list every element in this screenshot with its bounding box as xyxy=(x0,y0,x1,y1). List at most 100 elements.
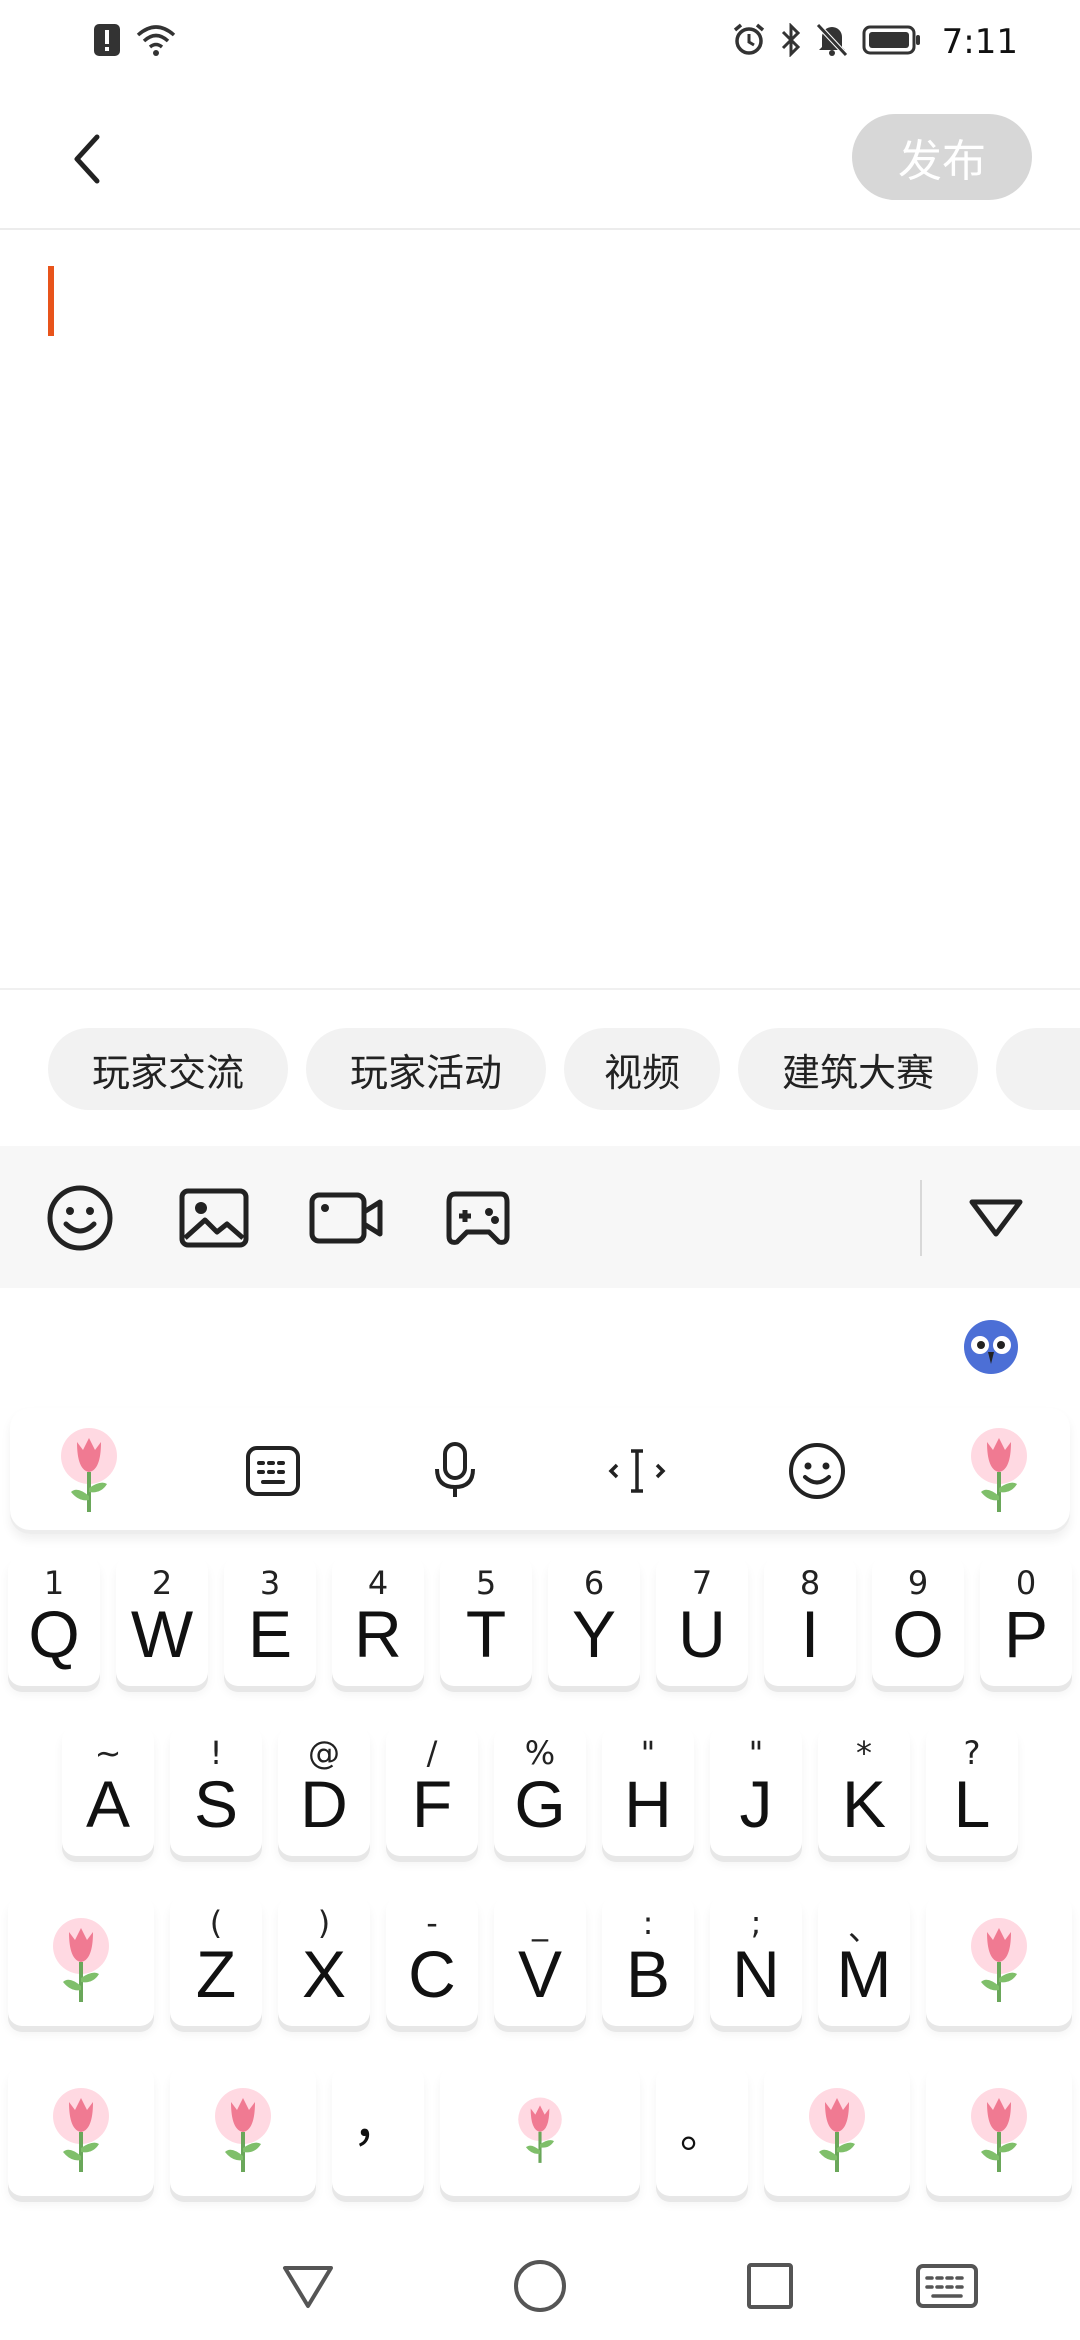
key-f[interactable]: / F xyxy=(386,1726,478,1856)
tag-chip[interactable]: 建筑大赛 xyxy=(738,1028,978,1110)
key-j[interactable]: " J xyxy=(710,1726,802,1856)
key-char: P xyxy=(1003,1597,1049,1671)
key-k[interactable]: * K xyxy=(818,1726,910,1856)
key-char: T xyxy=(465,1597,507,1671)
decor-flower-key[interactable] xyxy=(170,2066,316,2196)
key-l[interactable]: ? L xyxy=(926,1726,1018,1856)
keyboard-emoji-button[interactable] xyxy=(782,1436,852,1506)
decor-flower-key[interactable] xyxy=(8,1896,154,2026)
nav-back-triangle-icon xyxy=(283,2266,333,2308)
key-t[interactable]: 5T xyxy=(440,1556,532,1686)
keyboard-function-row xyxy=(10,1408,1070,1534)
key-x[interactable]: ) X xyxy=(278,1896,370,2026)
back-button[interactable] xyxy=(52,124,122,194)
keyboard-switch-button[interactable] xyxy=(238,1436,308,1506)
collapse-keyboard-button[interactable] xyxy=(958,1180,1034,1256)
key-char: I xyxy=(800,1597,820,1671)
app-header: 发布 xyxy=(0,84,1080,230)
cursor-move-button[interactable] xyxy=(602,1436,672,1506)
key-comma[interactable]: ， xyxy=(332,2066,424,2196)
clock: 7:11 xyxy=(941,22,1018,62)
decor-flower-key[interactable] xyxy=(44,1426,134,1516)
key-e[interactable]: 3E xyxy=(224,1556,316,1686)
tag-chip-partial[interactable] xyxy=(996,1028,1080,1110)
screen: 7:11 发布 玩家交流 玩家活动 视频 建筑大赛 1 Q 2 W 3 E 4 … xyxy=(0,0,1080,2340)
key-u[interactable]: 7U xyxy=(656,1556,748,1686)
tulip-icon xyxy=(809,2088,865,2172)
space-key[interactable] xyxy=(440,2066,640,2196)
emoji-button[interactable] xyxy=(42,1180,118,1256)
emoji-icon xyxy=(47,1185,113,1251)
key-n[interactable]: ; N xyxy=(710,1896,802,2026)
text-cursor-icon xyxy=(608,1449,666,1493)
decor-flower-key[interactable] xyxy=(926,1896,1072,2026)
key-char: M xyxy=(836,1937,892,2011)
key-g[interactable]: % G xyxy=(494,1726,586,1856)
status-left xyxy=(92,22,176,62)
tag-chip[interactable]: 玩家活动 xyxy=(306,1028,546,1110)
key-q[interactable]: 1Q xyxy=(8,1556,100,1686)
key-char: L xyxy=(953,1767,991,1841)
key-w[interactable]: 2W xyxy=(116,1556,208,1686)
key-i[interactable]: 8I xyxy=(764,1556,856,1686)
nav-recents-button[interactable] xyxy=(740,2256,800,2316)
smiley-icon xyxy=(789,1443,845,1499)
key-char: O xyxy=(892,1597,944,1671)
microphone-icon xyxy=(435,1442,475,1497)
alarm-icon xyxy=(732,23,766,61)
editor-toolbar xyxy=(0,1146,1080,1288)
key-m[interactable]: 、 M xyxy=(818,1896,910,2026)
key-h[interactable]: " H xyxy=(602,1726,694,1856)
image-icon xyxy=(179,1188,249,1248)
key-b[interactable]: :B xyxy=(602,1896,694,2026)
key-z[interactable]: (Z xyxy=(170,1896,262,2026)
key-d[interactable]: @ D xyxy=(278,1726,370,1856)
key-char: G xyxy=(514,1767,566,1841)
system-nav-bar xyxy=(0,2228,1080,2340)
topic-tags-row: 玩家交流 玩家活动 视频 建筑大赛 xyxy=(0,988,1080,1146)
nav-back-button[interactable] xyxy=(278,2256,338,2316)
nav-recents-square-icon xyxy=(747,2263,793,2309)
keyboard-mascot-icon[interactable] xyxy=(962,1318,1020,1376)
key-char: W xyxy=(130,1597,194,1671)
key-period[interactable]: 。 xyxy=(656,2066,748,2196)
tulip-icon xyxy=(53,2088,109,2172)
tulip-icon xyxy=(971,1918,1027,2002)
image-button[interactable] xyxy=(176,1180,252,1256)
key-s[interactable]: ! S xyxy=(170,1726,262,1856)
gamepad-icon xyxy=(446,1191,510,1245)
key-char: R xyxy=(354,1597,402,1671)
key-v[interactable]: _ V xyxy=(494,1896,586,2026)
key-y[interactable]: 6Y xyxy=(548,1556,640,1686)
status-bar: 7:11 xyxy=(0,0,1080,84)
key-char: V xyxy=(517,1937,563,2011)
key-char: N xyxy=(732,1937,780,2011)
tag-chip[interactable]: 玩家交流 xyxy=(48,1028,288,1110)
key-char: F xyxy=(411,1767,453,1841)
publish-button[interactable]: 发布 xyxy=(852,114,1032,200)
decor-flower-key[interactable] xyxy=(954,1426,1044,1516)
key-a[interactable]: ~ A xyxy=(62,1726,154,1856)
nav-keyboard-button[interactable] xyxy=(914,2256,980,2316)
key-char: H xyxy=(624,1767,672,1841)
tulip-icon xyxy=(971,1428,1027,1512)
key-p[interactable]: 0P xyxy=(980,1556,1072,1686)
key-c[interactable]: -C xyxy=(386,1896,478,2026)
post-content-editor[interactable] xyxy=(0,232,1080,988)
wifi-icon xyxy=(136,23,176,61)
tag-chip[interactable]: 视频 xyxy=(564,1028,720,1110)
tulip-icon xyxy=(518,2097,562,2163)
decor-flower-key[interactable] xyxy=(764,2066,910,2196)
key-char: A xyxy=(85,1767,131,1841)
nav-home-button[interactable] xyxy=(510,2256,570,2316)
decor-flower-key[interactable] xyxy=(8,2066,154,2196)
key-char: Z xyxy=(195,1937,237,2011)
key-o[interactable]: 9O xyxy=(872,1556,964,1686)
keyboard-icon xyxy=(246,1446,300,1496)
voice-input-button[interactable] xyxy=(420,1434,490,1508)
key-char: 。 xyxy=(680,2108,724,2157)
game-button[interactable] xyxy=(440,1180,516,1256)
decor-flower-key[interactable] xyxy=(926,2066,1072,2196)
video-button[interactable] xyxy=(308,1180,384,1256)
key-r[interactable]: 4R xyxy=(332,1556,424,1686)
